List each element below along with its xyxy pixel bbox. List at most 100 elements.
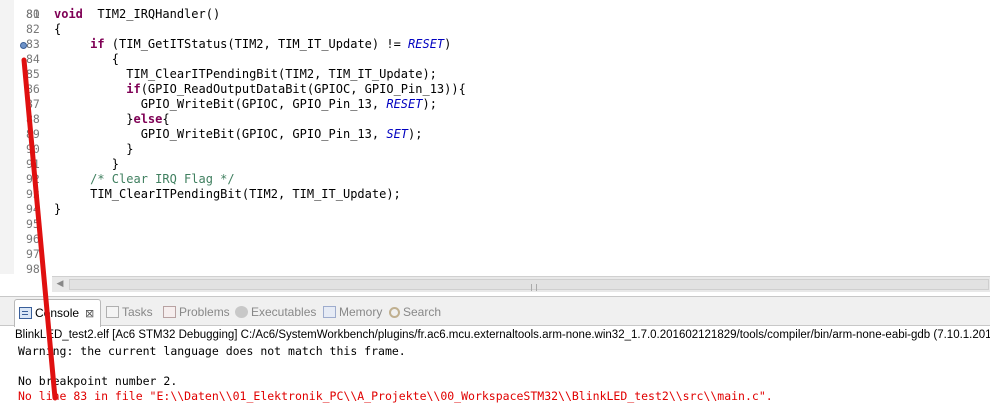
tab-problems[interactable]: Problems xyxy=(163,301,230,323)
code-line[interactable]: 92 /* Clear IRQ Flag */ xyxy=(0,172,960,187)
horizontal-scrollbar[interactable]: ◀ xyxy=(52,276,990,292)
line-number: 91 xyxy=(26,157,40,171)
constant-token: SET xyxy=(386,127,409,141)
code-text: { xyxy=(54,52,119,67)
line-number: 93 xyxy=(26,187,40,201)
constant-token: RESET xyxy=(386,97,423,111)
code-line[interactable]: 90 } xyxy=(0,142,960,157)
code-text: TIM_ClearITPendingBit(TIM2, TIM_IT_Updat… xyxy=(54,67,437,82)
console-output-line: No line 83 in file "E:\\Daten\\01_Elektr… xyxy=(18,389,773,403)
console-output-line: Warning: the current language does not m… xyxy=(18,344,406,358)
code-token: } xyxy=(54,142,134,156)
tab-label: Executables xyxy=(251,305,317,319)
code-text: } xyxy=(54,142,133,157)
keyword-token: void xyxy=(54,7,83,21)
code-token: ); xyxy=(422,97,437,111)
code-token: (GPIO_ReadOutputDataBit(GPIOC, GPIO_Pin_… xyxy=(140,82,466,96)
comment-token: /* Clear IRQ Flag */ xyxy=(90,172,235,186)
code-editor[interactable]: 80 81 void TIM2_IRQHandler() 82 {83 if (TIM… xyxy=(0,0,990,274)
code-line[interactable]: 89 GPIO_WriteBit(GPIOC, GPIO_Pin_13, SET… xyxy=(0,127,960,142)
breakpoint-marker-icon[interactable] xyxy=(20,42,27,49)
console-view-tabbar: Console ⊠ Tasks Problems Executables Memo… xyxy=(0,296,990,327)
tab-label: Search xyxy=(403,305,442,319)
memory-icon xyxy=(323,306,336,318)
code-token: { xyxy=(54,22,62,36)
line-number: 87 xyxy=(26,97,40,111)
tab-label: Memory xyxy=(339,305,383,319)
line-number: 84 xyxy=(26,52,40,66)
code-line[interactable]: 83 if (TIM_GetITStatus(TIM2, TIM_IT_Upda… xyxy=(0,37,960,52)
code-line[interactable]: 87 GPIO_WriteBit(GPIOC, GPIO_Pin_13, RES… xyxy=(0,97,960,112)
code-text: }else{ xyxy=(54,112,169,127)
code-text: TIM_ClearITPendingBit(TIM2, TIM_IT_Updat… xyxy=(54,187,401,202)
line-number: 98 xyxy=(26,262,40,274)
code-line[interactable]: 96 xyxy=(0,232,960,247)
code-token: } xyxy=(54,112,134,126)
code-line[interactable]: 82 { xyxy=(0,22,960,37)
line-number: 83 xyxy=(26,37,40,51)
line-number: 86 xyxy=(26,82,40,96)
code-text: if (TIM_GetITStatus(TIM2, TIM_IT_Update)… xyxy=(54,37,451,52)
tasks-icon xyxy=(106,306,119,318)
keyword-token: else xyxy=(133,112,163,126)
code-line[interactable]: 95 xyxy=(0,217,960,232)
line-number: 97 xyxy=(26,247,40,261)
keyword-token: if xyxy=(90,37,105,51)
console-icon xyxy=(19,307,32,319)
keyword-token: if xyxy=(126,82,141,96)
line-number: 95 xyxy=(26,217,40,231)
code-text: GPIO_WriteBit(GPIOC, GPIO_Pin_13, SET); xyxy=(54,127,423,142)
constant-token: RESET xyxy=(408,37,445,51)
code-text: } xyxy=(54,157,119,172)
tab-memory[interactable]: Memory xyxy=(323,301,382,323)
line-number: 96 xyxy=(26,232,40,246)
code-token: (TIM_GetITStatus(TIM2, TIM_IT_Update) != xyxy=(104,37,409,51)
line-number: 90 xyxy=(26,142,40,156)
code-line[interactable]: 94} xyxy=(0,202,960,217)
code-token: ); xyxy=(408,127,423,141)
problems-icon xyxy=(163,306,176,318)
line-number: 85 xyxy=(26,67,40,81)
line-number: 89 xyxy=(26,127,40,141)
line-number: 92 xyxy=(26,172,40,186)
executables-icon xyxy=(235,306,248,318)
close-icon[interactable]: ⊠ xyxy=(85,307,94,320)
code-token: } xyxy=(54,202,62,216)
scrollbar-grip-icon xyxy=(531,284,537,291)
code-token: { xyxy=(54,52,120,66)
code-token: TIM_ClearITPendingBit(TIM2, TIM_IT_Updat… xyxy=(54,67,437,81)
tab-executables[interactable]: Executables xyxy=(235,301,316,323)
code-text: GPIO_WriteBit(GPIOC, GPIO_Pin_13, RESET)… xyxy=(54,97,437,112)
scrollbar-thumb[interactable] xyxy=(69,279,989,291)
console-launch-description: BlinkLED_test2.elf [Ac6 STM32 Debugging]… xyxy=(0,327,990,343)
console-output[interactable]: Warning: the current language does not m… xyxy=(0,343,990,411)
code-line[interactable]: 86 if(GPIO_ReadOutputDataBit(GPIOC, GPIO… xyxy=(0,82,960,97)
code-line[interactable]: 93 TIM_ClearITPendingBit(TIM2, TIM_IT_Up… xyxy=(0,187,960,202)
code-line[interactable]: 85 TIM_ClearITPendingBit(TIM2, TIM_IT_Up… xyxy=(0,67,960,82)
code-text: { xyxy=(54,22,61,37)
code-line[interactable]: 91 } xyxy=(0,157,960,172)
tab-tasks[interactable]: Tasks xyxy=(106,301,153,323)
tab-label: Console xyxy=(35,306,80,320)
line-number: 81 xyxy=(26,7,40,21)
search-icon xyxy=(389,307,400,318)
code-token: TIM2_IRQHandler() xyxy=(82,7,221,21)
code-token: TIM_ClearITPendingBit(TIM2, TIM_IT_Updat… xyxy=(54,187,401,201)
code-line[interactable]: 81 void TIM2_IRQHandler() xyxy=(0,7,960,22)
code-text: } xyxy=(54,202,61,217)
tab-console[interactable]: Console ⊠ xyxy=(14,299,102,327)
code-line[interactable]: 97 xyxy=(0,247,960,262)
line-number: 88 xyxy=(26,112,40,126)
tab-search[interactable]: Search xyxy=(389,301,441,323)
code-text: if(GPIO_ReadOutputDataBit(GPIOC, GPIO_Pi… xyxy=(54,82,466,97)
code-token: } xyxy=(54,157,120,171)
tab-label: Tasks xyxy=(122,305,153,319)
code-line[interactable]: 98 xyxy=(0,262,960,274)
code-text: void TIM2_IRQHandler() xyxy=(54,7,220,22)
code-line[interactable]: 88 }else{ xyxy=(0,112,960,127)
code-line[interactable]: 84 { xyxy=(0,52,960,67)
scroll-left-arrow-icon[interactable]: ◀ xyxy=(52,277,68,292)
